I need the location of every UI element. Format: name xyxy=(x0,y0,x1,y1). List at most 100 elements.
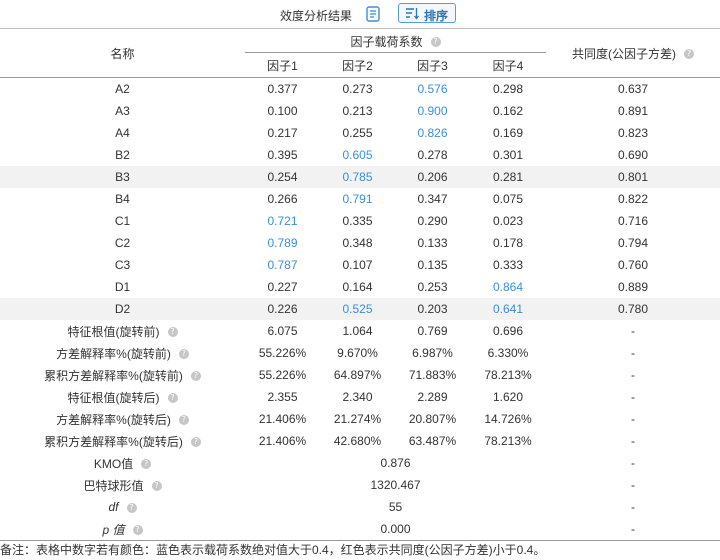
communality-value: 0.716 xyxy=(618,214,649,228)
header-factor-loading: 因子载荷系数? xyxy=(245,29,547,53)
communality-value: 0.822 xyxy=(618,192,649,206)
table-row: D1 0.227 0.164 0.253 0.864 0.889 xyxy=(0,276,720,298)
communality-value: 0.823 xyxy=(618,126,649,140)
stat-value: 14.726% xyxy=(484,412,532,426)
stat-value: 6.075 xyxy=(267,324,298,338)
communality-value: - xyxy=(631,346,636,360)
loading-value: 0.206 xyxy=(395,166,470,188)
header-factor-4: 因子4 xyxy=(492,58,524,73)
loading-value: 0.347 xyxy=(417,192,448,206)
help-icon[interactable]: ? xyxy=(190,437,201,448)
stat-name-cell: 特征根值(旋转后)? xyxy=(0,386,245,408)
test-name: p 值 xyxy=(102,522,125,537)
document-icon[interactable] xyxy=(366,6,380,22)
communality-value: - xyxy=(631,434,636,448)
help-icon[interactable]: ? xyxy=(132,525,143,536)
table-note: 备注：表格中数字若有颜色：蓝色表示载荷系数绝对值大于0.4，红色表示共同度(公因… xyxy=(0,543,546,557)
stat-value: 9.670% xyxy=(337,346,378,360)
help-icon[interactable]: ? xyxy=(178,415,189,426)
loading-value: 0.133 xyxy=(417,236,448,250)
stat-row: 特征根值(旋转前)? 6.075 1.064 0.769 0.696 - xyxy=(0,320,720,342)
table-row: C1 0.721 0.335 0.290 0.023 0.716 xyxy=(0,210,720,232)
stat-value: 42.680% xyxy=(333,434,382,448)
help-icon[interactable]: ? xyxy=(430,37,441,48)
stat-value: 71.883% xyxy=(408,368,457,382)
loading-value: 0.301 xyxy=(492,148,524,162)
sort-button[interactable]: 排序 xyxy=(398,3,456,23)
loading-value: 0.900 xyxy=(417,104,448,118)
loading-value: 0.227 xyxy=(267,280,298,294)
loading-value: 0.335 xyxy=(342,214,373,228)
table-row: A2 0.377 0.273 0.576 0.298 0.637 xyxy=(0,78,720,101)
communality-value: - xyxy=(631,390,636,404)
toolbar: 效度分析结果 排序 xyxy=(0,0,720,28)
row-name: C3 xyxy=(114,258,131,272)
row-name: B2 xyxy=(115,148,130,162)
communality-value: - xyxy=(631,412,636,426)
communality-value: 0.794 xyxy=(618,236,649,250)
stat-value: 0.769 xyxy=(417,324,448,338)
stat-name: 方差解释率%(旋转后) xyxy=(56,412,171,427)
stat-row: 方差解释率%(旋转前)? 55.226% 9.670% 6.987% 6.330% - xyxy=(0,342,720,364)
test-name: KMO值 xyxy=(93,456,134,471)
header-factor-2: 因子2 xyxy=(342,58,373,73)
communality-value: 0.891 xyxy=(618,104,649,118)
loading-value: 0.377 xyxy=(267,82,298,96)
help-icon[interactable]: ? xyxy=(190,371,201,382)
test-value: 55 xyxy=(388,500,403,514)
loading-value: 0.203 xyxy=(395,298,470,320)
stat-name: 特征根值(旋转前) xyxy=(67,324,160,339)
help-icon[interactable]: ? xyxy=(684,49,695,60)
loading-value: 0.789 xyxy=(267,236,298,250)
row-name: A2 xyxy=(115,82,130,96)
stat-value: 55.226% xyxy=(258,346,307,360)
loading-value: 0.107 xyxy=(342,258,373,272)
loading-value: 0.787 xyxy=(267,258,298,272)
communality-value: - xyxy=(631,456,636,470)
table-row: D2 0.226 0.525 0.203 0.641 0.780 xyxy=(0,298,720,320)
communality-value: 0.760 xyxy=(618,258,649,272)
test-name: 巴特球形值 xyxy=(83,478,144,493)
communality-value: 0.780 xyxy=(546,298,720,320)
header-factor-3: 因子3 xyxy=(417,58,448,73)
table-row: B2 0.395 0.605 0.278 0.301 0.690 xyxy=(0,144,720,166)
stat-value: 21.406% xyxy=(258,434,307,448)
loading-value: 0.169 xyxy=(492,126,524,140)
stat-value: 20.807% xyxy=(408,412,457,426)
help-icon[interactable]: ? xyxy=(141,459,152,470)
table-row: A3 0.100 0.213 0.900 0.162 0.891 xyxy=(0,100,720,122)
loading-value: 0.641 xyxy=(470,298,547,320)
help-icon[interactable]: ? xyxy=(167,327,178,338)
test-row: df? 55 - xyxy=(0,496,720,518)
loading-value: 0.226 xyxy=(245,298,320,320)
help-icon[interactable]: ? xyxy=(167,393,178,404)
help-icon[interactable]: ? xyxy=(178,349,189,360)
stat-value: 2.355 xyxy=(267,390,298,404)
communality-value: - xyxy=(631,500,636,514)
loading-value: 0.605 xyxy=(342,148,373,162)
stat-name: 方差解释率%(旋转前) xyxy=(56,346,171,361)
stat-name-cell: 累积方差解释率%(旋转前)? xyxy=(0,364,245,386)
help-icon[interactable]: ? xyxy=(151,481,162,492)
result-title: 效度分析结果 xyxy=(280,9,353,23)
test-row: p 值? 0.000 - xyxy=(0,518,720,541)
loading-value: 0.864 xyxy=(492,280,524,294)
loading-value: 0.290 xyxy=(417,214,448,228)
row-name: D2 xyxy=(0,298,245,320)
sort-icon xyxy=(406,8,419,20)
test-name-cell: 巴特球形值? xyxy=(0,474,245,496)
stat-name: 累积方差解释率%(旋转前) xyxy=(44,368,183,383)
loading-value: 0.278 xyxy=(417,148,448,162)
loading-value: 0.273 xyxy=(342,82,373,96)
communality-value: - xyxy=(631,324,636,338)
table-row: A4 0.217 0.255 0.826 0.169 0.823 xyxy=(0,122,720,144)
help-icon[interactable]: ? xyxy=(126,502,137,513)
validity-table: 名称 因子载荷系数? 共同度(公因子方差)? 因子1 因子2 因子3 因子4 A… xyxy=(0,28,720,541)
stat-value: 55.226% xyxy=(258,368,307,382)
stat-value: 6.330% xyxy=(487,346,529,360)
loading-value: 0.791 xyxy=(342,192,373,206)
header-factor-1: 因子1 xyxy=(267,58,298,73)
test-value: 0.876 xyxy=(380,456,411,470)
loading-value: 0.254 xyxy=(245,166,320,188)
table-row: C2 0.789 0.348 0.133 0.178 0.794 xyxy=(0,232,720,254)
